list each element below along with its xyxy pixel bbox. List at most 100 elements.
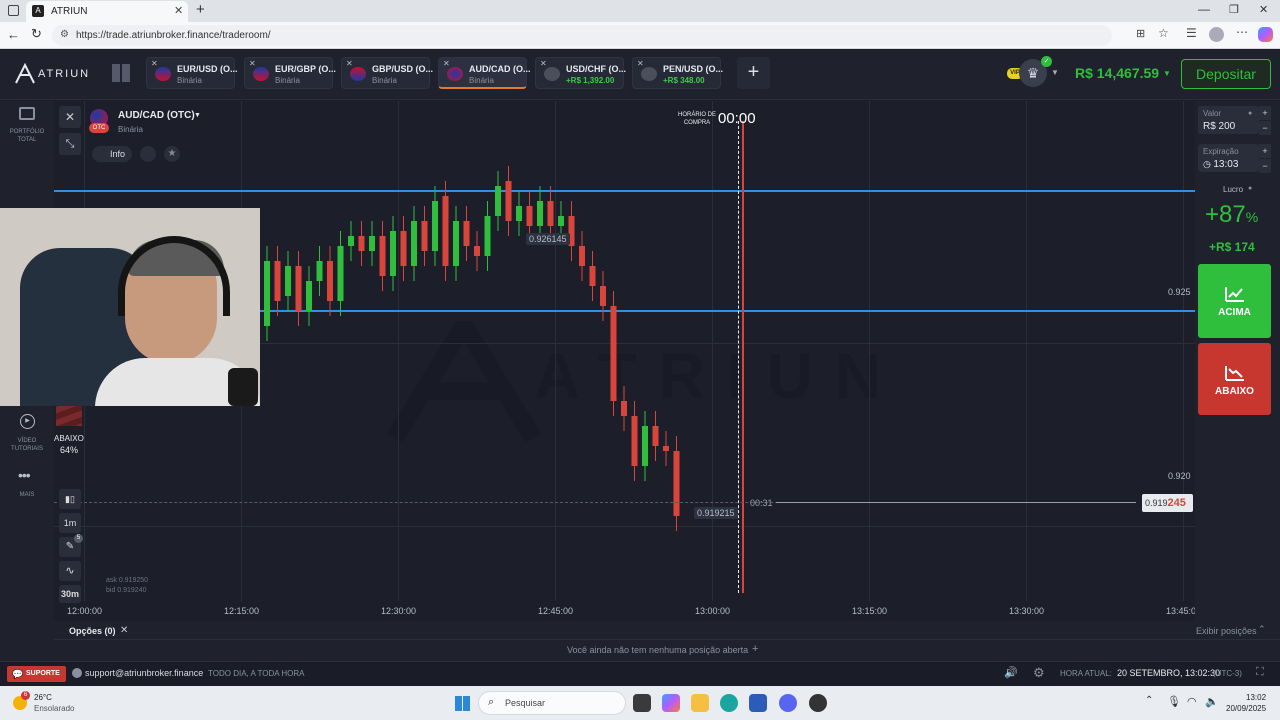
candle [274,261,281,301]
clock-time[interactable]: 13:02 [1246,693,1266,702]
show-positions-link[interactable]: Exibir posições [1196,626,1257,636]
add-position-icon[interactable]: + [752,643,758,655]
expiry-label: Expiração [1203,147,1239,156]
profit-help-icon[interactable]: ● [1248,185,1252,192]
task-view-icon[interactable] [633,694,651,712]
copilot-taskbar-icon[interactable] [662,694,680,712]
favorite-star-icon[interactable]: ☆ [1158,26,1169,40]
tab-close-icon[interactable]: ✕ [346,59,353,68]
star-icon[interactable]: ★ [164,146,180,162]
video-tutorials-icon[interactable]: ▶ [20,414,35,429]
asset-tab[interactable]: ✕ USD/CHF (O... +R$ 1,392.00 [535,57,626,89]
indicators-icon[interactable]: ∿ [59,561,81,581]
amount-minus-button[interactable]: − [1259,121,1271,135]
chat-icon: 💬 [12,669,24,679]
discord-icon[interactable] [779,694,797,712]
clock-date[interactable]: 20/09/2025 [1226,704,1266,713]
copilot-icon[interactable] [1258,27,1273,42]
reload-icon[interactable]: ↻ [31,26,42,42]
site-info-icon[interactable]: ⚙ [60,29,69,40]
asset-tab[interactable]: ✕ EUR/GBP (O... Binária [244,57,336,89]
tab-close-icon[interactable]: ✕ [637,59,644,68]
atriun-favicon-icon: A [32,5,44,17]
taskbar-search[interactable]: ⌕ Pesquisar [478,691,626,715]
expiry-value[interactable]: ◷ 13:03 [1203,159,1238,170]
grid-apps-icon[interactable] [112,64,130,82]
tab-close-icon[interactable]: ✕ [174,4,183,17]
support-email[interactable]: support@atriunbroker.finance [85,668,203,678]
bid-price: bid 0.919240 [106,587,147,594]
menu-dots-icon[interactable]: ⋯ [1236,25,1248,39]
expiry-field[interactable]: Expiração ◷ 13:03 [1198,144,1259,172]
avatar-dropdown-icon[interactable]: ▼ [1051,68,1059,77]
expiry-plus-button[interactable]: + [1259,144,1271,158]
store-icon[interactable] [749,694,767,712]
asset-name[interactable]: AUD/CAD (OTC) [118,110,195,121]
support-button[interactable]: 💬 SUPORTE [7,666,66,682]
edge-browser-icon[interactable] [720,694,738,712]
settings-gear-icon[interactable]: ⚙ [1033,665,1045,681]
tray-chevron-icon[interactable]: ⌃ [1145,695,1153,706]
install-app-icon[interactable]: ⊞ [1136,27,1145,40]
fullscreen-icon[interactable]: ⛶ [1256,666,1264,679]
amount-help-icon[interactable]: ● [1248,110,1252,117]
collapse-icon[interactable]: ⤡ [59,133,81,155]
amount-field[interactable]: Valor R$ 200 ● [1198,106,1259,134]
x-tick: 13:45:0 [1166,606,1195,616]
asset-dropdown-icon[interactable]: ▼ [194,112,201,119]
info-button[interactable]: Info [92,146,132,162]
show-positions-chevron-icon[interactable]: ⌃ [1258,624,1266,635]
video-tutorials-label[interactable]: VÍDEO TUTORIAIS [0,437,54,453]
windows-start-icon[interactable] [455,696,470,711]
buy-button[interactable]: ACIMA [1198,264,1271,338]
maximize-icon[interactable]: ❐ [1229,3,1239,16]
timeframe-button[interactable]: 1m [59,513,81,533]
period-button[interactable]: 30m [59,585,81,603]
file-explorer-icon[interactable] [691,694,709,712]
app-icon[interactable] [809,694,827,712]
x-tick: 13:30:00 [1009,606,1045,616]
expiry-minus-button[interactable]: − [1259,159,1271,173]
options-close-icon[interactable]: ✕ [120,625,128,636]
tab-close-icon[interactable]: ✕ [540,59,547,68]
url-field[interactable]: ⚙ https://trade.atriunbroker.finance/tra… [52,25,1112,46]
chart-type-button[interactable]: ▮▯ [59,489,81,509]
more-icon[interactable]: ••• [18,467,31,483]
portfolio-label[interactable]: PORTFÓLIO TOTAL [0,128,54,144]
wifi-icon[interactable]: ◠ [1187,695,1197,708]
asset-tab[interactable]: ✕ EUR/USD (O... Binária [146,57,238,89]
add-tab-button[interactable]: + [737,57,770,89]
balance[interactable]: R$ 14,467.59 [1075,65,1159,81]
volume-icon[interactable]: 🔈 [1205,695,1219,708]
mic-icon[interactable]: 🎙 [1167,695,1181,708]
more-label[interactable]: MAIS [0,491,54,499]
tab-close-icon[interactable]: ✕ [151,59,158,68]
tab-close-icon[interactable]: ✕ [443,59,450,68]
amount-plus-button[interactable]: + [1259,106,1271,120]
minimize-icon[interactable]: — [1198,2,1210,16]
asset-tab[interactable]: ✕ AUD/CAD (O... Binária [438,57,531,89]
back-icon[interactable]: ← [7,27,20,42]
sidebar-toggle-icon[interactable] [8,5,19,16]
trade-panel: Valor R$ 200 ● + − Expiração ◷ 13:03 + −… [1195,101,1280,621]
amount-value[interactable]: R$ 200 [1203,121,1235,132]
asset-tab[interactable]: ✕ GBP/USD (O... Binária [341,57,433,89]
asset-tab[interactable]: ✕ PEN/USD (O... +R$ 348.00 [632,57,723,89]
profile-avatar[interactable] [1209,27,1224,42]
close-window-icon[interactable]: ✕ [1259,3,1268,16]
deposit-button[interactable]: Depositar [1181,59,1271,89]
browser-tab[interactable]: A ATRIUN ✕ [26,1,188,22]
sell-button[interactable]: ABAIXO [1198,343,1271,415]
positions-divider [54,639,1280,640]
sound-icon[interactable]: 🔊 [1004,666,1018,679]
close-chart-button[interactable]: ✕ [59,106,81,128]
new-tab-icon[interactable]: + [196,1,205,18]
favorites-icon[interactable]: ☰ [1186,26,1197,40]
alert-icon[interactable] [140,146,156,162]
portfolio-icon[interactable] [19,107,35,120]
atriun-logo[interactable]: ATRIUN [14,62,88,85]
balance-dropdown-icon[interactable]: ▼ [1163,69,1171,78]
purchase-time-line [738,121,739,593]
tab-close-icon[interactable]: ✕ [249,59,256,68]
options-tab[interactable]: Opções (0) [69,626,116,636]
